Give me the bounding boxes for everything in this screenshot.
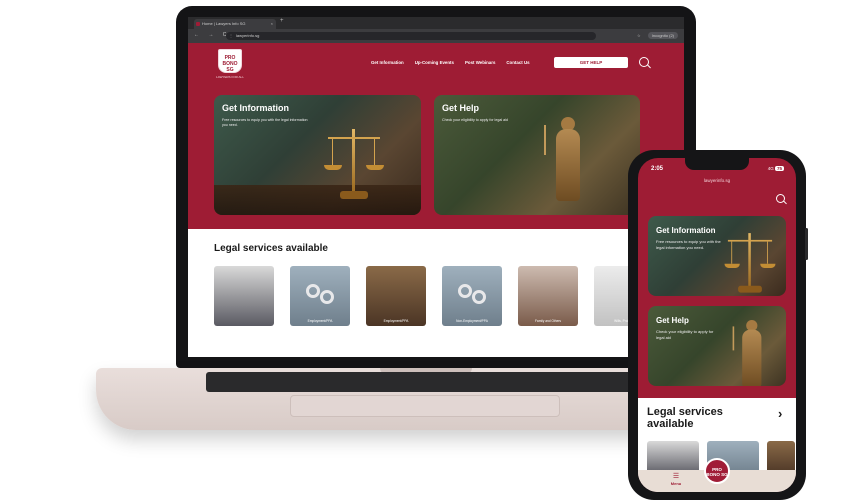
status-signal: 4G 75: [767, 166, 784, 171]
lady-justice-icon: [542, 107, 592, 207]
card-title: Get Help: [442, 103, 480, 113]
get-help-card[interactable]: Get Help Check your eligibility to apply…: [434, 95, 640, 215]
card-description: Free resources to equip you with the leg…: [222, 118, 308, 127]
nav-post-webinars[interactable]: Post Webinars: [465, 60, 495, 65]
tab-title: Home | Lawyers Info SG: [202, 21, 246, 26]
card-title: Get Help: [656, 316, 689, 325]
service-label: Employment/PPA: [307, 319, 333, 323]
profile-chip[interactable]: Incognito (2): [647, 32, 678, 39]
menu-label: Menu: [670, 481, 682, 486]
address-bar[interactable]: ⋮ lawyerinfo.sg: [226, 32, 596, 40]
handcuffs-icon: [306, 284, 320, 298]
get-help-card[interactable]: Get Help Check your eligibility to apply…: [648, 306, 786, 386]
desk-image: [214, 185, 421, 215]
site-header: PRO BONO SG LAWYERS FOR ALL Get Informat…: [188, 43, 684, 87]
bottom-logo[interactable]: PRO BONO SG: [704, 458, 730, 484]
site-nav: Get Information Up-Coming Events Post We…: [371, 60, 530, 65]
bottom-bar: ☰ Menu PRO BONO SG: [638, 458, 796, 492]
handcuffs-icon: [458, 284, 472, 298]
search-icon[interactable]: [776, 194, 785, 203]
phone-address-text[interactable]: lawyerinfo.sg: [638, 178, 796, 183]
service-thumb[interactable]: Family and Others: [518, 266, 578, 326]
service-thumb[interactable]: Employment/PPA: [290, 266, 350, 326]
search-icon[interactable]: [639, 57, 649, 67]
service-label: Non-Employment/PPA: [456, 319, 488, 323]
address-text: lawyerinfo.sg: [236, 33, 260, 38]
legal-services-section: Legal services available Employment/PPA …: [188, 229, 684, 357]
section-title: Legal services available: [647, 406, 723, 430]
hamburger-icon: ☰: [672, 473, 680, 480]
browser-toolbar: ← → C ⋮ lawyerinfo.sg ☆ Incognito (2): [188, 29, 684, 43]
card-title: Get Information: [656, 226, 716, 235]
phone-notch: [685, 158, 749, 170]
battery-icon: 75: [774, 166, 784, 171]
favicon-icon: [196, 22, 200, 26]
nav-get-information[interactable]: Get Information: [371, 60, 404, 65]
laptop-screen: Home | Lawyers Info SG × + ← → C ⋮ lawye…: [188, 17, 684, 357]
card-title: Get Information: [222, 103, 289, 113]
service-label: Family and Others: [534, 319, 562, 323]
section-title: Legal services available: [214, 243, 328, 254]
logo-subtitle: LAWYERS FOR ALL: [216, 75, 244, 79]
logo-text: PRO BONO SG: [222, 55, 238, 73]
get-information-card[interactable]: Get Information Free resources to equip …: [648, 216, 786, 296]
services-list: Employment/PPA Employment/PPA Non-Employ…: [214, 266, 654, 326]
card-description: Check your eligibility to apply for lega…: [442, 118, 508, 122]
menu-button[interactable]: ☰ Menu: [668, 473, 684, 487]
nav-upcoming-events[interactable]: Up-Coming Events: [415, 60, 454, 65]
browser-nav-buttons[interactable]: ← → C: [194, 32, 230, 38]
nav-contact-us[interactable]: Contact Us: [506, 60, 529, 65]
tab-close-icon[interactable]: ×: [271, 19, 273, 29]
service-label: Employment/PPA: [383, 319, 409, 323]
card-description: Free resources to equip you with the leg…: [656, 239, 721, 250]
phone-screen: 2:05 4G 75 lawyerinfo.sg Get Information…: [638, 158, 796, 492]
new-tab-icon[interactable]: +: [280, 18, 284, 24]
site-logo[interactable]: PRO BONO SG: [218, 49, 242, 73]
card-description: Check your eligibility to apply for lega…: [656, 329, 714, 340]
get-information-card[interactable]: Get Information Free resources to equip …: [214, 95, 421, 215]
browser-tab[interactable]: Home | Lawyers Info SG ×: [194, 19, 276, 29]
hero-section: Get Information Free resources to equip …: [188, 87, 684, 229]
service-thumb[interactable]: [214, 266, 274, 326]
scales-of-justice-icon: [724, 228, 776, 296]
phone-side-button: [805, 228, 808, 260]
browser-tab-bar: Home | Lawyers Info SG × +: [188, 17, 684, 29]
chevron-right-icon[interactable]: ›: [778, 406, 782, 421]
lady-justice-icon: [731, 312, 771, 386]
site-info-icon[interactable]: ⋮: [229, 32, 233, 40]
get-help-button[interactable]: GET HELP: [554, 57, 628, 68]
service-thumb[interactable]: Employment/PPA: [366, 266, 426, 326]
laptop-keyboard: [206, 372, 646, 392]
scales-of-justice-icon: [324, 123, 384, 203]
browser-toolbar-right: ☆ Incognito (2): [637, 32, 678, 39]
laptop-trackpad: [290, 395, 560, 417]
device-mockup: Home | Lawyers Info SG × + ← → C ⋮ lawye…: [0, 0, 853, 504]
status-time: 2:05: [651, 166, 664, 172]
bookmark-star-icon[interactable]: ☆: [637, 33, 641, 38]
service-thumb[interactable]: Non-Employment/PPA: [442, 266, 502, 326]
